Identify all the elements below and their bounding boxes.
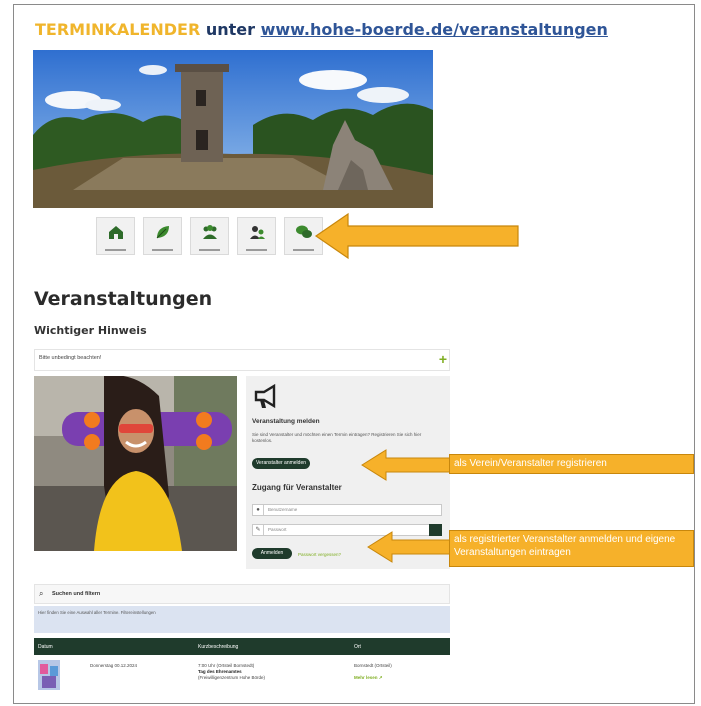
- event-title: Tag des Ehrenamtes: [198, 669, 242, 674]
- home-icon: [109, 226, 123, 239]
- user-group-icon: [250, 226, 265, 239]
- login-heading: Zugang für Veranstalter: [252, 483, 342, 492]
- category-community-button[interactable]: [190, 217, 229, 255]
- pointer-arrow: [314, 212, 519, 260]
- skater-photo: [34, 376, 237, 551]
- login-button[interactable]: Anmelden: [252, 548, 292, 559]
- register-organizer-button[interactable]: Veranstalter anmelden: [252, 458, 310, 469]
- register-arrow: [361, 449, 451, 481]
- notice-label: Bitte unbedingt beachten!: [39, 355, 102, 361]
- category-clubs-button[interactable]: [237, 217, 276, 255]
- event-place-name: Bornstedt (Ortsteil): [354, 663, 392, 668]
- event-organizer: (Freiwilligenzentrum Hohe Börde): [198, 675, 266, 680]
- header-title: TERMINKALENDER: [35, 20, 201, 39]
- page-header: TERMINKALENDER unter www.hohe-boerde.de/…: [35, 20, 608, 39]
- column-header-place: Ort: [354, 644, 361, 650]
- event-time: 7:00 Uhr (Ortsteil Bornstedt): [198, 663, 255, 668]
- category-caption: [105, 249, 126, 251]
- username-field[interactable]: ● Benutzername: [252, 504, 442, 516]
- page-title: Veranstaltungen: [34, 288, 213, 310]
- username-placeholder: Benutzername: [268, 507, 298, 512]
- column-header-description: Kurzbeschreibung: [198, 644, 239, 650]
- category-nature-button[interactable]: [143, 217, 182, 255]
- category-home-button[interactable]: [96, 217, 135, 255]
- login-callout: als registrierter Veranstalter anmelden …: [449, 530, 694, 567]
- events-table-header: Datum Kurzbeschreibung Ort: [34, 638, 450, 655]
- user-icon: ●: [253, 505, 264, 515]
- forgot-password-link[interactable]: Passwort vergessen?: [298, 552, 341, 557]
- event-place: Bornstedt (Ortsteil) Mehr lesen ↗: [354, 663, 392, 681]
- register-callout: als Verein/Veranstalter registrieren: [449, 454, 694, 474]
- report-event-text: Sie sind Veranstalter und möchten einen …: [252, 432, 422, 443]
- hero-image: [33, 50, 433, 208]
- category-caption: [293, 249, 314, 251]
- expand-icon[interactable]: +: [439, 351, 447, 367]
- read-more-link[interactable]: Mehr lesen ↗: [354, 675, 383, 680]
- event-description: 7:00 Uhr (Ortsteil Bornstedt) Tag des Eh…: [198, 663, 265, 681]
- notice-accordion[interactable]: Bitte unbedingt beachten! +: [34, 349, 450, 371]
- search-label: Suchen und filtern: [52, 591, 101, 597]
- category-caption: [246, 249, 267, 251]
- megaphone-icon: [254, 383, 276, 409]
- category-caption: [199, 249, 220, 251]
- notice-heading: Wichtiger Hinweis: [34, 324, 147, 337]
- speech-bubbles-icon: [296, 225, 312, 238]
- filter-info-text: Hier finden Sie eine Auswahl aller Termi…: [38, 610, 156, 615]
- header-link[interactable]: www.hohe-boerde.de/veranstaltungen: [261, 20, 608, 39]
- password-placeholder: Passwort: [268, 527, 287, 532]
- search-icon: ⌕: [39, 589, 44, 598]
- leaf-icon: [156, 226, 169, 239]
- search-filter-bar[interactable]: ⌕ Suchen und filtern: [34, 584, 450, 604]
- people-icon: [203, 225, 217, 239]
- report-event-heading: Veranstaltung melden: [252, 418, 320, 425]
- event-date: Donnerstag 00.12.2024: [90, 663, 138, 668]
- category-icon-bar: [96, 217, 323, 259]
- login-arrow: [367, 531, 451, 563]
- event-thumbnail: [38, 660, 60, 690]
- key-icon: ✎: [253, 525, 264, 535]
- column-header-date: Datum: [38, 644, 53, 650]
- table-row[interactable]: Donnerstag 00.12.2024 7:00 Uhr (Ortsteil…: [34, 655, 450, 697]
- header-connector: unter: [205, 20, 256, 39]
- filter-info-box: Hier finden Sie eine Auswahl aller Termi…: [34, 606, 450, 633]
- category-caption: [152, 249, 173, 251]
